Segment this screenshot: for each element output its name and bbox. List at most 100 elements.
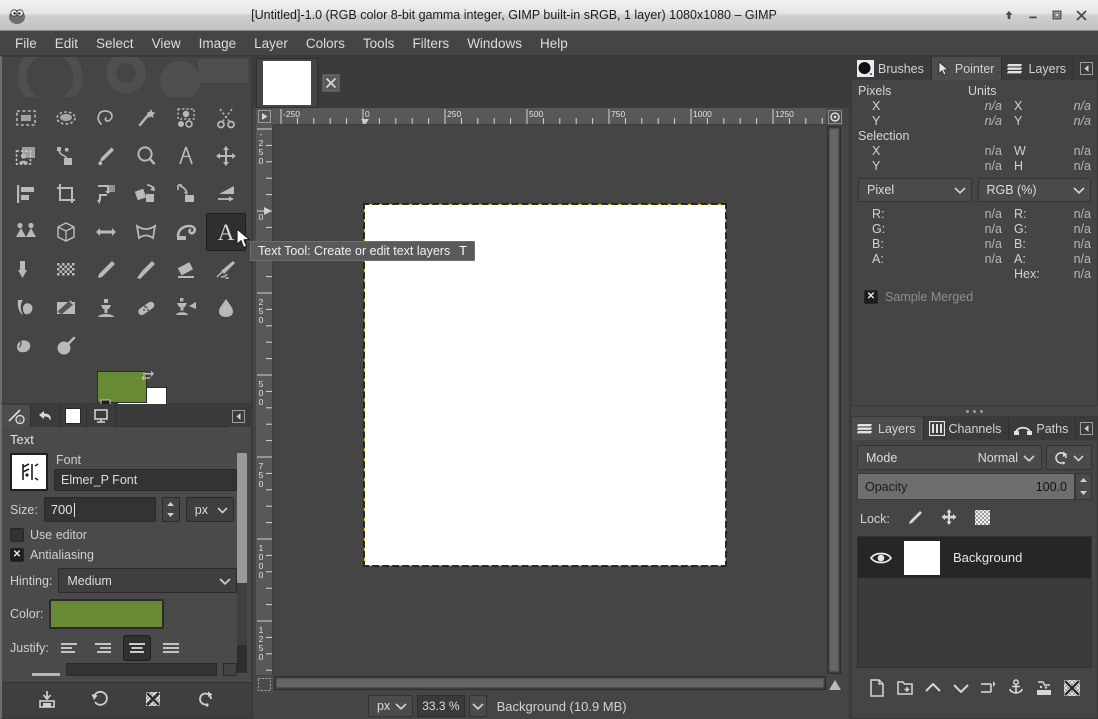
zoom-icon[interactable]: [126, 137, 166, 175]
sample-merged-checkbox[interactable]: ✕: [864, 290, 878, 304]
rect-select-icon[interactable]: [6, 99, 46, 137]
perspective-clone-icon[interactable]: [166, 289, 206, 327]
tab-brushes[interactable]: Brushes: [852, 57, 932, 80]
menu-edit[interactable]: Edit: [46, 33, 87, 54]
dock-resize-grip[interactable]: [851, 406, 1098, 416]
opacity-slider[interactable]: Opacity 100.0: [857, 473, 1075, 500]
shear-icon[interactable]: [166, 175, 206, 213]
opacity-stepper[interactable]: [1075, 473, 1092, 500]
text-color-swatch[interactable]: [49, 599, 165, 629]
tab-channels[interactable]: Channels: [923, 417, 1010, 440]
canvas-horizontal-scrollbar[interactable]: [274, 676, 826, 690]
justify-center-button[interactable]: [122, 635, 151, 661]
maximize-button[interactable]: [1046, 4, 1068, 26]
menu-view[interactable]: View: [143, 33, 190, 54]
justify-left-button[interactable]: [55, 635, 83, 661]
scissors-select-icon[interactable]: [206, 99, 246, 137]
perspective-icon[interactable]: [206, 175, 246, 213]
tool-options-scrollbar-trough[interactable]: [237, 645, 247, 673]
dodge-burn-icon[interactable]: [46, 327, 86, 365]
airbrush-icon[interactable]: [206, 251, 246, 289]
tab-images[interactable]: [87, 405, 116, 427]
size-unit-combo[interactable]: px: [185, 497, 234, 522]
pattern-icon[interactable]: [46, 251, 86, 289]
menu-select[interactable]: Select: [87, 33, 143, 54]
font-preview-button[interactable]: [10, 453, 48, 491]
restore-options-icon[interactable]: [90, 689, 110, 712]
layer-name[interactable]: Background: [940, 550, 1022, 565]
layer-mode-combo[interactable]: Mode Normal: [857, 445, 1042, 470]
merge-down-icon[interactable]: [1035, 679, 1053, 700]
pointer-dock-menu-icon[interactable]: [1075, 57, 1097, 80]
statusbar-zoom-value[interactable]: 33.3 %: [417, 695, 465, 717]
ellipse-select-icon[interactable]: [46, 99, 86, 137]
warp-transform-icon[interactable]: [126, 213, 166, 251]
menu-windows[interactable]: Windows: [458, 33, 531, 54]
crop-icon[interactable]: [46, 175, 86, 213]
color-picker-icon[interactable]: [86, 137, 126, 175]
indent-stepper[interactable]: [223, 663, 237, 676]
swap-colors-icon[interactable]: [139, 369, 157, 388]
canvas-vertical-scrollbar[interactable]: [827, 126, 841, 674]
font-input[interactable]: Elmer_P Font: [54, 469, 237, 491]
layer-row[interactable]: Background: [858, 537, 1091, 578]
size-input[interactable]: 700: [43, 497, 156, 522]
delete-options-icon[interactable]: [143, 689, 163, 712]
statusbar-unit-combo[interactable]: px: [368, 695, 414, 717]
smudge-icon[interactable]: [6, 327, 46, 365]
move-icon[interactable]: [206, 137, 246, 175]
justify-fill-button[interactable]: [157, 635, 185, 661]
new-layer-icon[interactable]: [868, 678, 886, 700]
menu-file[interactable]: File: [6, 33, 46, 54]
layer-visibility-toggle[interactable]: [858, 550, 904, 566]
eraser-icon[interactable]: [166, 251, 206, 289]
dock-menu-icon[interactable]: [228, 405, 248, 427]
navigation-preview-button[interactable]: [827, 676, 843, 693]
minimize-button[interactable]: [1022, 4, 1044, 26]
blur-sharpen-icon[interactable]: [206, 289, 246, 327]
use-editor-checkbox[interactable]: [10, 528, 24, 542]
layer-blend-space-button[interactable]: [1046, 445, 1092, 470]
tab-undo-history[interactable]: [31, 405, 60, 427]
size-stepper[interactable]: [161, 497, 180, 522]
zoom-image-button[interactable]: [826, 108, 843, 125]
menu-image[interactable]: Image: [190, 33, 246, 54]
paintbrush-icon[interactable]: [126, 251, 166, 289]
rotate-icon[interactable]: [86, 175, 126, 213]
tab-pointer[interactable]: Pointer: [931, 57, 1003, 80]
pencil-icon[interactable]: [86, 251, 126, 289]
statusbar-zoom-dropdown[interactable]: [468, 695, 487, 717]
horizontal-ruler[interactable]: -250 0 250 500 750 1000 1250: [273, 108, 826, 125]
menu-colors[interactable]: Colors: [297, 33, 354, 54]
lock-pixels-icon[interactable]: [906, 509, 924, 528]
heal-icon[interactable]: [126, 289, 166, 327]
menu-layer[interactable]: Layer: [245, 33, 297, 54]
gradient-icon[interactable]: [6, 251, 46, 289]
indent-input[interactable]: [66, 663, 217, 676]
justify-right-button[interactable]: [89, 635, 117, 661]
save-options-icon[interactable]: [37, 689, 57, 712]
reset-options-icon[interactable]: [196, 689, 216, 712]
delete-layer-icon[interactable]: [1063, 679, 1081, 700]
ink-icon[interactable]: [6, 289, 46, 327]
mypaint-brush-icon[interactable]: [46, 289, 86, 327]
close-image-button[interactable]: [320, 58, 342, 108]
layer-list[interactable]: Background: [857, 536, 1092, 668]
ruler-origin-button[interactable]: [256, 108, 273, 125]
close-button[interactable]: [1070, 4, 1092, 26]
clone-icon[interactable]: [86, 289, 126, 327]
flip-icon[interactable]: [6, 213, 46, 251]
select-by-color-icon[interactable]: [166, 99, 206, 137]
canvas-viewport[interactable]: [273, 125, 826, 675]
rollup-button[interactable]: [998, 4, 1020, 26]
scale-icon[interactable]: [126, 175, 166, 213]
tab-layers-top[interactable]: Layers: [1002, 57, 1074, 80]
measure-icon[interactable]: [166, 137, 206, 175]
image-tab[interactable]: [256, 58, 318, 108]
menu-help[interactable]: Help: [531, 33, 577, 54]
bucket-fill-icon[interactable]: [166, 213, 206, 251]
lock-position-icon[interactable]: [940, 508, 958, 529]
quick-mask-button[interactable]: [256, 676, 273, 693]
antialiasing-checkbox[interactable]: ✕: [10, 548, 24, 562]
new-group-icon[interactable]: [896, 679, 914, 700]
